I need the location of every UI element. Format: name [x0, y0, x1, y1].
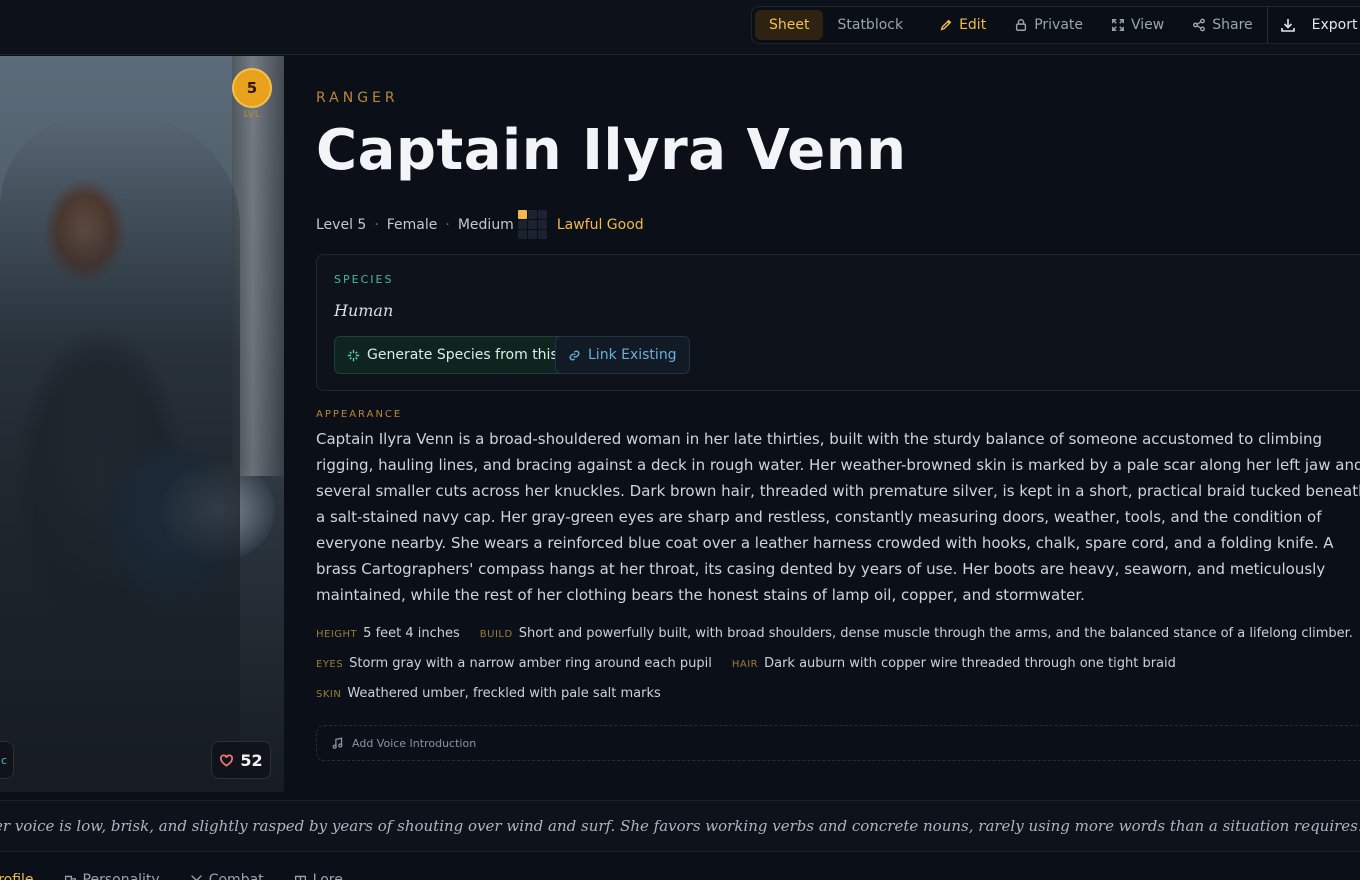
- lock-icon: [1016, 19, 1027, 31]
- trait-value: 5 feet 4 inches: [363, 626, 460, 641]
- tab-sheet[interactable]: Sheet: [755, 10, 824, 40]
- trait-row: SKIN Weathered umber, freckled with pale …: [316, 686, 1360, 716]
- trait-key: HAIR: [731, 659, 759, 670]
- voice-quote-band: er voice is low, brisk, and slightly ras…: [0, 800, 1360, 852]
- character-gender: Female: [386, 216, 438, 233]
- tab-lore-label: Lore: [312, 872, 343, 880]
- portrait-figure: [0, 116, 240, 792]
- expand-icon: [1112, 19, 1124, 31]
- trait-eyes: EYES Storm gray with a narrow amber ring …: [316, 656, 712, 671]
- private-button[interactable]: Private: [1000, 10, 1097, 40]
- edit-label: Edit: [959, 17, 987, 33]
- theater-masks-icon: [64, 875, 76, 880]
- tab-profile-label: Profile: [0, 872, 34, 880]
- tab-personality-label: Personality: [82, 872, 160, 880]
- export-dropdown[interactable]: Export: [1266, 7, 1360, 43]
- voice-quote: er voice is low, brisk, and slightly ras…: [0, 817, 1360, 835]
- trait-row: EYES Storm gray with a narrow amber ring …: [316, 656, 1360, 686]
- alignment-cell: [527, 220, 537, 229]
- tab-sheet-label: Sheet: [769, 17, 810, 33]
- heart-icon: [220, 753, 234, 767]
- physical-traits: HEIGHT 5 feet 4 inches BUILD Short and pow…: [316, 626, 1360, 716]
- view-button[interactable]: View: [1097, 10, 1178, 40]
- character-level: Level 5: [316, 216, 367, 233]
- link-icon: [569, 350, 580, 360]
- sheet-toolbar: Sheet Statblock Edit Private View Share …: [751, 6, 1360, 44]
- trait-build: BUILD Short and powerfully built, with br…: [480, 626, 1353, 641]
- add-voice-introduction-button[interactable]: Add Voice Introduction: [316, 725, 1360, 761]
- tab-personality[interactable]: Personality: [64, 870, 160, 880]
- trait-key: HEIGHT: [316, 629, 358, 640]
- species-label: SPECIES: [334, 273, 394, 286]
- alignment-cell: [537, 210, 547, 219]
- character-alignment: Lawful Good: [556, 216, 644, 233]
- level-badge: 5: [232, 68, 272, 108]
- character-size: Medium: [457, 216, 514, 233]
- trait-key: EYES: [316, 659, 344, 670]
- view-label: View: [1131, 17, 1165, 33]
- trait-row: HEIGHT 5 feet 4 inches BUILD Short and pow…: [316, 626, 1360, 656]
- private-label: Private: [1034, 17, 1084, 33]
- portrait-side-tab-glyph: c: [1, 754, 8, 767]
- trait-key: BUILD: [479, 629, 513, 640]
- like-count: 52: [240, 750, 263, 770]
- generate-species-button[interactable]: Generate Species from this: [334, 336, 571, 374]
- character-name: Captain Ilyra Venn: [316, 118, 907, 183]
- tab-statblock[interactable]: Statblock: [823, 10, 917, 40]
- alignment-grid-icon: [517, 210, 547, 239]
- alignment-cell: [537, 220, 547, 229]
- tab-combat[interactable]: Combat: [190, 870, 264, 880]
- tab-combat-label: Combat: [208, 872, 264, 880]
- trait-value: Dark auburn with copper wire threaded th…: [764, 656, 1176, 671]
- trait-hair: HAIR Dark auburn with copper wire threade…: [732, 656, 1176, 671]
- alignment-cell: [517, 230, 527, 239]
- share-button[interactable]: Share: [1178, 10, 1266, 40]
- book-icon: [294, 875, 306, 880]
- add-voice-label: Add Voice Introduction: [352, 736, 477, 750]
- sparkle-icon: [347, 349, 360, 361]
- trait-value: Short and powerfully built, with broad s…: [518, 626, 1353, 641]
- section-tabs: Profile Personality Combat Lore: [0, 870, 373, 880]
- character-meta: Level 5 · Female · Medium Lawful Good: [316, 210, 644, 239]
- meta-separator: ·: [374, 216, 379, 233]
- generate-species-label: Generate Species from this: [367, 347, 558, 363]
- alignment-cell: [537, 230, 547, 239]
- download-icon: [1280, 19, 1295, 32]
- portrait-side-tab[interactable]: c: [0, 741, 14, 779]
- meta-separator: ·: [445, 216, 450, 233]
- character-portrait[interactable]: [0, 56, 284, 792]
- alignment-cell: [527, 230, 537, 239]
- pencil-icon: [940, 19, 952, 31]
- link-existing-button[interactable]: Link Existing: [555, 336, 690, 374]
- link-existing-label: Link Existing: [588, 347, 677, 363]
- share-icon: [1193, 18, 1206, 32]
- appearance-label: APPEARANCE: [316, 409, 403, 420]
- alignment-cell: [517, 210, 527, 219]
- top-bar: Sheet Statblock Edit Private View Share …: [0, 0, 1360, 55]
- edit-button[interactable]: Edit: [925, 10, 1000, 40]
- trait-skin: SKIN Weathered umber, freckled with pale …: [316, 686, 661, 701]
- tab-lore[interactable]: Lore: [294, 870, 343, 880]
- trait-key: SKIN: [316, 689, 342, 700]
- tab-statblock-label: Statblock: [837, 17, 904, 33]
- like-button[interactable]: 52: [211, 741, 271, 779]
- swords-icon: [190, 874, 202, 880]
- alignment-cell: [527, 210, 537, 219]
- trait-height: HEIGHT 5 feet 4 inches: [316, 626, 460, 641]
- appearance-text: Captain Ilyra Venn is a broad-shouldered…: [316, 430, 1360, 604]
- tab-profile[interactable]: Profile: [0, 870, 34, 880]
- species-value: Human: [334, 301, 394, 320]
- species-card: SPECIES Human Generate Species from this…: [316, 254, 1360, 391]
- trait-value: Weathered umber, freckled with pale salt…: [347, 686, 661, 701]
- character-class: RANGER: [316, 90, 399, 106]
- level-caption: LVL: [243, 110, 261, 120]
- export-label: Export: [1311, 17, 1358, 33]
- share-label: Share: [1212, 17, 1253, 33]
- music-note-icon: [332, 736, 343, 749]
- trait-value: Storm gray with a narrow amber ring arou…: [349, 656, 712, 671]
- alignment-cell: [517, 220, 527, 229]
